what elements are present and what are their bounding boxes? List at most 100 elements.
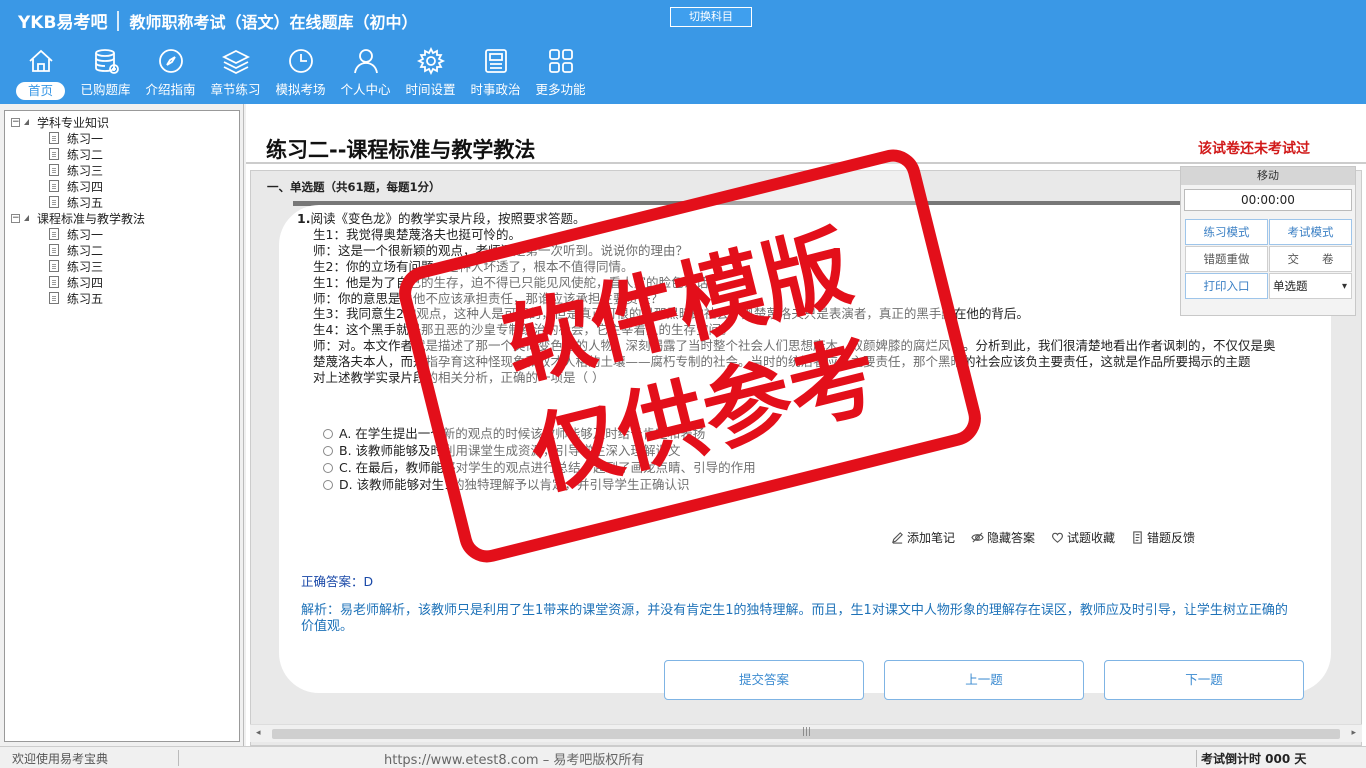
tree-item[interactable]: 练习二	[11, 146, 239, 162]
switch-subject-button[interactable]: 切换科目	[670, 7, 752, 27]
nav-label: 介绍指南	[145, 82, 196, 97]
nav-guide[interactable]: 介绍指南	[138, 46, 203, 104]
nav-home[interactable]: 首页	[8, 46, 73, 104]
nav-more[interactable]: 更多功能	[528, 46, 593, 104]
news-icon	[484, 49, 507, 73]
pencil-icon	[891, 532, 903, 544]
report-error-button[interactable]: 错题反馈	[1131, 529, 1195, 546]
next-question-button[interactable]: 下一题	[1104, 660, 1304, 700]
redo-wrong-button[interactable]: 错题重做	[1185, 246, 1268, 272]
tree-item-label: 练习一	[67, 227, 104, 242]
tree-item-label: 练习五	[67, 291, 104, 306]
exam-timer: 00:00:00	[1184, 189, 1352, 211]
add-note-button[interactable]: 添加笔记	[891, 529, 955, 546]
exam-mode-button[interactable]: 考试模式	[1269, 219, 1352, 245]
brand-divider	[117, 10, 120, 31]
tree-item-label: 练习二	[67, 243, 104, 258]
correct-answer: 正确答案：D	[301, 574, 374, 589]
heart-icon	[1052, 532, 1064, 543]
document-icon	[49, 276, 59, 288]
tree-item[interactable]: 练习三	[11, 258, 239, 274]
database-icon	[94, 49, 119, 74]
document-icon	[49, 260, 59, 272]
app-title: 教师职称考试（语文）在线题库（初中）	[129, 12, 418, 32]
panel-drag-handle[interactable]: 移动	[1181, 167, 1355, 185]
tree-item[interactable]: 练习四	[11, 178, 239, 194]
nav-label: 时间设置	[405, 82, 456, 97]
tree-group-label: 学科专业知识	[37, 115, 110, 130]
radio-button[interactable]	[323, 462, 333, 473]
nav-mock[interactable]: 模拟考场	[268, 46, 333, 104]
nav-purchased[interactable]: 已购题库	[73, 46, 138, 104]
radio-button[interactable]	[323, 428, 333, 439]
question-line: 阅读《变色龙》的教学实录片段，按照要求答题。	[310, 211, 586, 226]
question-tools: 添加笔记 隐藏答案 试题收藏 错题反馈	[891, 529, 1195, 546]
grid-icon	[548, 49, 573, 73]
horizontal-scrollbar[interactable]: ◂ ||| ▸	[250, 724, 1362, 742]
folder-icon	[24, 215, 29, 221]
hand-in-button[interactable]: 交 卷	[1269, 246, 1352, 272]
radio-button[interactable]	[323, 479, 333, 490]
sidebar: − 学科专业知识 练习一 练习二 练习三 练习四 练习五 − 课程标准与教学教法…	[0, 104, 244, 746]
document-icon	[49, 292, 59, 304]
exam-title: 练习二--课程标准与教学教法	[266, 138, 536, 162]
hide-answer-button[interactable]: 隐藏答案	[971, 529, 1035, 546]
tree-item[interactable]: 练习五	[11, 290, 239, 306]
nav-politics[interactable]: 时事政治	[463, 46, 528, 104]
tool-label: 隐藏答案	[987, 531, 1036, 545]
tree-item-label: 练习三	[67, 163, 104, 178]
exam-control-panel: 移动 00:00:00 练习模式 考试模式 错题重做 交 卷 打印入口 单选题	[1180, 166, 1356, 316]
panel-buttons: 练习模式 考试模式 错题重做 交 卷 打印入口 单选题	[1185, 219, 1353, 300]
status-divider	[178, 750, 179, 766]
document-icon	[49, 164, 59, 176]
section-heading: 一、单选题（共61题，每题1分）	[267, 180, 441, 194]
scroll-right-icon[interactable]: ▸	[1351, 728, 1356, 738]
document-icon	[49, 196, 59, 208]
tool-label: 错题反馈	[1147, 531, 1196, 545]
app-header: YKB易考吧 教师职称考试（语文）在线题库（初中） 切换科目 首页 已购题库 介…	[0, 0, 1366, 104]
status-bar: 欢迎使用易考宝典 https://www.etest8.com – 易考吧版权所…	[0, 746, 1366, 768]
tree-item[interactable]: 练习一	[11, 130, 239, 146]
question-type-select[interactable]: 单选题	[1269, 273, 1352, 299]
previous-question-button[interactable]: 上一题	[884, 660, 1084, 700]
tree-item[interactable]: 练习四	[11, 274, 239, 290]
practice-mode-button[interactable]: 练习模式	[1185, 219, 1268, 245]
compass-icon	[158, 49, 183, 73]
nav-label: 更多功能	[535, 82, 586, 97]
document-icon	[49, 132, 59, 144]
tree-item-selected[interactable]: 练习二	[11, 242, 239, 258]
app-logo: YKB易考吧	[18, 13, 108, 33]
tree-item[interactable]: 练习一	[11, 226, 239, 242]
nav-time-settings[interactable]: 时间设置	[398, 46, 463, 104]
tree-group-subject[interactable]: − 学科专业知识	[11, 114, 239, 130]
layers-icon	[221, 49, 250, 75]
tree-item-label: 练习二	[67, 147, 104, 162]
collapse-icon[interactable]: −	[11, 117, 20, 127]
tool-label: 试题收藏	[1067, 531, 1116, 545]
chapter-tree[interactable]: − 学科专业知识 练习一 练习二 练习三 练习四 练习五 − 课程标准与教学教法…	[4, 110, 240, 742]
nav-label: 模拟考场	[275, 82, 326, 97]
scroll-left-icon[interactable]: ◂	[256, 728, 261, 738]
favorite-button[interactable]: 试题收藏	[1051, 529, 1115, 546]
scroll-grip-icon: |||	[802, 727, 812, 737]
nav-chapter[interactable]: 章节练习	[203, 46, 268, 104]
nav-label: 时事政治	[470, 82, 521, 97]
document-icon	[49, 180, 59, 192]
tree-item-label: 练习一	[67, 131, 104, 146]
print-button[interactable]: 打印入口	[1185, 273, 1268, 299]
tree-item[interactable]: 练习三	[11, 162, 239, 178]
main-nav: 首页 已购题库 介绍指南 章节练习 模拟考场 个人中心 时间设置 时事政治 更多…	[8, 46, 593, 104]
question-number: 1.	[297, 211, 311, 226]
tree-group-curriculum[interactable]: − 课程标准与教学教法	[11, 210, 239, 226]
user-icon	[353, 49, 378, 74]
home-icon	[28, 49, 53, 72]
brand: YKB易考吧 教师职称考试（语文）在线题库（初中）	[18, 8, 417, 33]
tree-item-label: 练习三	[67, 259, 104, 274]
tool-label: 添加笔记	[907, 531, 956, 545]
nav-profile[interactable]: 个人中心	[333, 46, 398, 104]
submit-answer-button[interactable]: 提交答案	[664, 660, 864, 700]
clock-icon	[288, 49, 313, 73]
collapse-icon[interactable]: −	[11, 213, 20, 223]
tree-item[interactable]: 练习五	[11, 194, 239, 210]
radio-button[interactable]	[323, 445, 333, 456]
